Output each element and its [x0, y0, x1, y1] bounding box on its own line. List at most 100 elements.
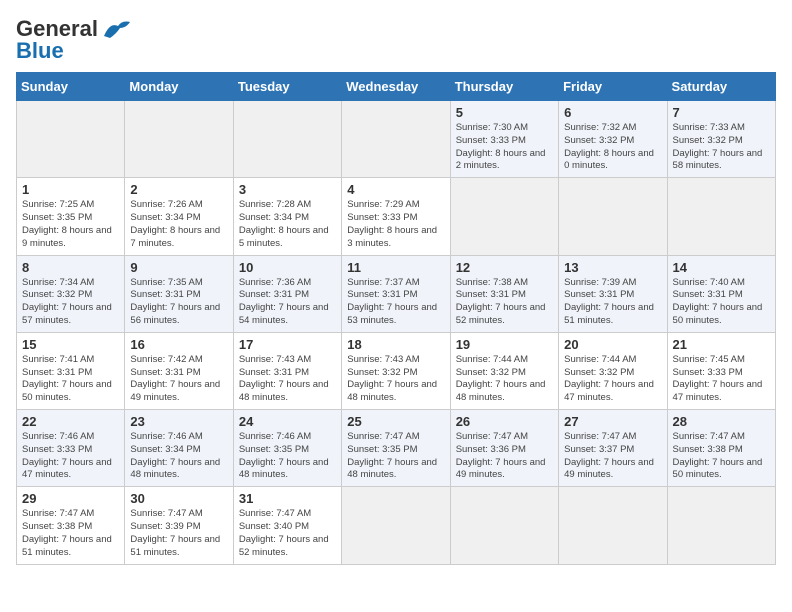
day-number: 9 [130, 260, 227, 275]
day-cell: 11 Sunrise: 7:37 AMSunset: 3:31 PMDayligh… [342, 255, 450, 332]
day-cell: 28Sunrise: 7:47 AMSunset: 3:38 PMDayligh… [667, 410, 775, 487]
day-cell [342, 487, 450, 564]
day-info: Sunrise: 7:33 AMSunset: 3:32 PMDaylight:… [673, 122, 770, 173]
day-cell: 27Sunrise: 7:47 AMSunset: 3:37 PMDayligh… [559, 410, 667, 487]
header-cell-saturday: Saturday [667, 73, 775, 101]
day-number: 17 [239, 337, 336, 352]
day-cell: 22 Sunrise: 7:46 AMSunset: 3:33 PMDayligh… [17, 410, 125, 487]
day-cell: 6Sunrise: 7:32 AMSunset: 3:32 PMDaylight… [559, 101, 667, 178]
day-cell: 2 Sunrise: 7:26 AMSunset: 3:34 PMDaylight… [125, 178, 233, 255]
day-cell: 1Sunrise: 7:25 AMSunset: 3:35 PMDaylight… [17, 178, 125, 255]
day-cell [559, 178, 667, 255]
day-cell: 24 Sunrise: 7:46 AMSunset: 3:35 PMDayligh… [233, 410, 341, 487]
day-cell: 15 Sunrise: 7:41 AMSunset: 3:31 PMDayligh… [17, 332, 125, 409]
day-cell: 19 Sunrise: 7:44 AMSunset: 3:32 PMDayligh… [450, 332, 558, 409]
day-info: Sunrise: 7:43 AMSunset: 3:31 PMDaylight:… [239, 354, 336, 405]
day-number: 24 [239, 414, 336, 429]
day-cell: 16 Sunrise: 7:42 AMSunset: 3:31 PMDayligh… [125, 332, 233, 409]
day-cell: 21 Sunrise: 7:45 AMSunset: 3:33 PMDayligh… [667, 332, 775, 409]
day-number: 2 [130, 182, 227, 197]
day-cell: 10 Sunrise: 7:36 AMSunset: 3:31 PMDayligh… [233, 255, 341, 332]
day-number: 31 [239, 491, 336, 506]
day-info: Sunrise: 7:30 AMSunset: 3:33 PMDaylight:… [456, 122, 553, 173]
day-info: Sunrise: 7:28 AMSunset: 3:34 PMDaylight:… [239, 199, 336, 250]
day-number: 10 [239, 260, 336, 275]
day-number: 18 [347, 337, 444, 352]
day-number: 6 [564, 105, 661, 120]
day-info: Sunrise: 7:44 AMSunset: 3:32 PMDaylight:… [564, 354, 661, 405]
day-cell: 25Sunrise: 7:47 AMSunset: 3:35 PMDayligh… [342, 410, 450, 487]
day-number: 3 [239, 182, 336, 197]
day-info: Sunrise: 7:46 AMSunset: 3:35 PMDaylight:… [239, 431, 336, 482]
header-cell-tuesday: Tuesday [233, 73, 341, 101]
day-number: 22 [22, 414, 119, 429]
day-cell: 5 Sunrise: 7:30 AMSunset: 3:33 PMDaylight… [450, 101, 558, 178]
day-info: Sunrise: 7:38 AMSunset: 3:31 PMDaylight:… [456, 277, 553, 328]
day-info: Sunrise: 7:41 AMSunset: 3:31 PMDaylight:… [22, 354, 119, 405]
day-cell: 23 Sunrise: 7:46 AMSunset: 3:34 PMDayligh… [125, 410, 233, 487]
day-info: Sunrise: 7:47 AMSunset: 3:37 PMDaylight:… [564, 431, 661, 482]
day-number: 21 [673, 337, 770, 352]
day-info: Sunrise: 7:44 AMSunset: 3:32 PMDaylight:… [456, 354, 553, 405]
week-row-3: 15 Sunrise: 7:41 AMSunset: 3:31 PMDayligh… [17, 332, 776, 409]
day-number: 29 [22, 491, 119, 506]
header-cell-wednesday: Wednesday [342, 73, 450, 101]
logo-bird-icon [102, 18, 132, 40]
day-number: 16 [130, 337, 227, 352]
day-info: Sunrise: 7:25 AMSunset: 3:35 PMDaylight:… [22, 199, 119, 250]
week-row-1: 1Sunrise: 7:25 AMSunset: 3:35 PMDaylight… [17, 178, 776, 255]
day-info: Sunrise: 7:26 AMSunset: 3:34 PMDaylight:… [130, 199, 227, 250]
day-cell [559, 487, 667, 564]
calendar-header: SundayMondayTuesdayWednesdayThursdayFrid… [17, 73, 776, 101]
day-number: 19 [456, 337, 553, 352]
week-row-2: 8 Sunrise: 7:34 AMSunset: 3:32 PMDaylight… [17, 255, 776, 332]
day-cell [125, 101, 233, 178]
week-row-4: 22 Sunrise: 7:46 AMSunset: 3:33 PMDayligh… [17, 410, 776, 487]
day-cell: 3 Sunrise: 7:28 AMSunset: 3:34 PMDaylight… [233, 178, 341, 255]
day-cell [667, 487, 775, 564]
day-number: 15 [22, 337, 119, 352]
day-info: Sunrise: 7:34 AMSunset: 3:32 PMDaylight:… [22, 277, 119, 328]
day-cell: 26Sunrise: 7:47 AMSunset: 3:36 PMDayligh… [450, 410, 558, 487]
day-number: 23 [130, 414, 227, 429]
day-number: 13 [564, 260, 661, 275]
day-number: 7 [673, 105, 770, 120]
page-header: General Blue [16, 16, 776, 64]
day-number: 8 [22, 260, 119, 275]
day-cell [667, 178, 775, 255]
day-number: 11 [347, 260, 444, 275]
logo-text-blue: Blue [16, 38, 64, 64]
week-row-5: 29 Sunrise: 7:47 AMSunset: 3:38 PMDayligh… [17, 487, 776, 564]
day-number: 5 [456, 105, 553, 120]
day-info: Sunrise: 7:42 AMSunset: 3:31 PMDaylight:… [130, 354, 227, 405]
day-info: Sunrise: 7:29 AMSunset: 3:33 PMDaylight:… [347, 199, 444, 250]
day-cell [450, 178, 558, 255]
calendar-table: SundayMondayTuesdayWednesdayThursdayFrid… [16, 72, 776, 565]
header-cell-sunday: Sunday [17, 73, 125, 101]
day-info: Sunrise: 7:47 AMSunset: 3:36 PMDaylight:… [456, 431, 553, 482]
day-info: Sunrise: 7:47 AMSunset: 3:39 PMDaylight:… [130, 508, 227, 559]
day-number: 14 [673, 260, 770, 275]
day-cell [342, 101, 450, 178]
day-info: Sunrise: 7:36 AMSunset: 3:31 PMDaylight:… [239, 277, 336, 328]
day-info: Sunrise: 7:47 AMSunset: 3:40 PMDaylight:… [239, 508, 336, 559]
day-info: Sunrise: 7:45 AMSunset: 3:33 PMDaylight:… [673, 354, 770, 405]
day-info: Sunrise: 7:47 AMSunset: 3:38 PMDaylight:… [22, 508, 119, 559]
day-cell: 7 Sunrise: 7:33 AMSunset: 3:32 PMDaylight… [667, 101, 775, 178]
header-cell-monday: Monday [125, 73, 233, 101]
day-number: 30 [130, 491, 227, 506]
day-info: Sunrise: 7:39 AMSunset: 3:31 PMDaylight:… [564, 277, 661, 328]
day-info: Sunrise: 7:37 AMSunset: 3:31 PMDaylight:… [347, 277, 444, 328]
day-cell [17, 101, 125, 178]
day-cell: 20Sunrise: 7:44 AMSunset: 3:32 PMDayligh… [559, 332, 667, 409]
day-info: Sunrise: 7:46 AMSunset: 3:34 PMDaylight:… [130, 431, 227, 482]
week-row-0: 5 Sunrise: 7:30 AMSunset: 3:33 PMDaylight… [17, 101, 776, 178]
day-cell: 31 Sunrise: 7:47 AMSunset: 3:40 PMDayligh… [233, 487, 341, 564]
header-row: SundayMondayTuesdayWednesdayThursdayFrid… [17, 73, 776, 101]
day-info: Sunrise: 7:46 AMSunset: 3:33 PMDaylight:… [22, 431, 119, 482]
day-cell: 9Sunrise: 7:35 AMSunset: 3:31 PMDaylight… [125, 255, 233, 332]
day-cell: 18Sunrise: 7:43 AMSunset: 3:32 PMDayligh… [342, 332, 450, 409]
logo: General Blue [16, 16, 132, 64]
header-cell-friday: Friday [559, 73, 667, 101]
day-number: 28 [673, 414, 770, 429]
